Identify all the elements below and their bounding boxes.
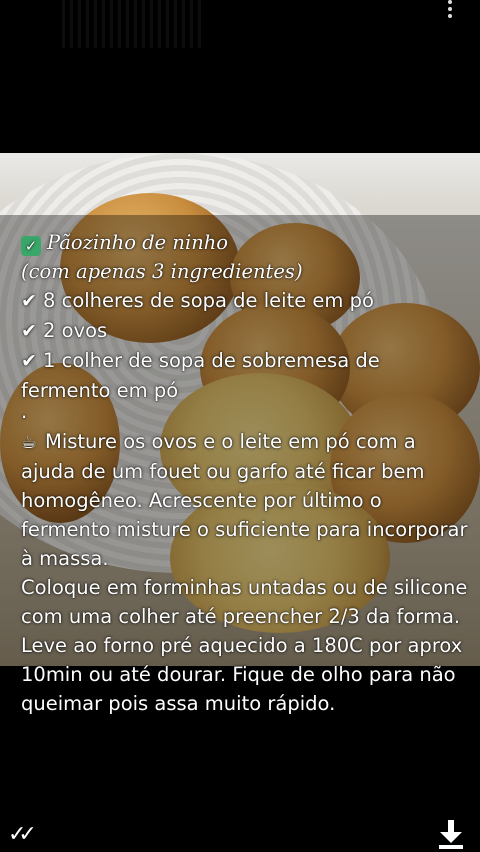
caption-title-line: ✓ Pãozinho de ninho [21,228,471,257]
instruction-line: fermento misture o suficiente para incor… [21,518,468,541]
separator-dot: . [21,400,28,423]
instruction-line: queimar pois assa muito rápido. [21,692,336,715]
instruction-line: à massa. [21,547,109,570]
download-icon[interactable] [436,818,466,850]
instruction-line: Coloque em forminhas untadas ou de silic… [21,576,468,599]
check-mark-icon: ✔ [21,290,37,312]
menu-dot [448,0,452,4]
download-glyph [439,820,463,849]
instruction-line: 10min ou até dourar. Fique de olho para … [21,663,456,686]
instruction-line: homogêneo. Acrescente por último o [21,489,382,512]
chef-icon: ☕ [21,432,38,453]
check-box-icon: ✓ [21,236,41,256]
recipe-caption: ✓ Pãozinho de ninho (com apenas 3 ingredi… [21,228,471,718]
ingredient-item: ✔ 8 colheres de sopa de leite em pó [21,286,471,316]
check-mark-icon: ✔ [21,350,37,372]
recipe-title: Pãozinho de ninho [47,231,229,254]
instruction-line: com uma colher até preencher 2/3 da form… [21,605,461,628]
ingredient-text: 2 ovos [43,319,108,342]
media-viewer: ✓ Pãozinho de ninho (com apenas 3 ingredi… [0,0,480,852]
top-bar [0,0,480,60]
instruction-line: ajuda de um fouet ou garfo até ficar bem [21,460,425,483]
status-bar-ghost [62,0,202,48]
check-mark-icon: ✔ [21,320,37,342]
ingredient-continued: fermento em pó [21,379,179,402]
ingredient-item: ✔ 2 ovos [21,316,471,346]
instruction-line: ☕ Misture os ovos e o leite em pó com a [21,427,471,457]
double-check-icon: ✓✓ [8,822,37,847]
ingredient-item: ✔ 1 colher de sopa de sobremesa de [21,346,471,376]
instruction-text: Misture os ovos e o leite em pó com a [45,430,416,453]
instruction-line: Leve ao forno pré aquecido a 180C por ap… [21,634,463,657]
more-vert-icon[interactable] [442,0,458,20]
menu-dot [448,14,452,18]
ingredient-text: 8 colheres de sopa de leite em pó [43,289,374,312]
ingredient-text: 1 colher de sopa de sobremesa de [43,349,380,372]
menu-dot [448,7,452,11]
recipe-subtitle: (com apenas 3 ingredientes) [21,260,303,283]
